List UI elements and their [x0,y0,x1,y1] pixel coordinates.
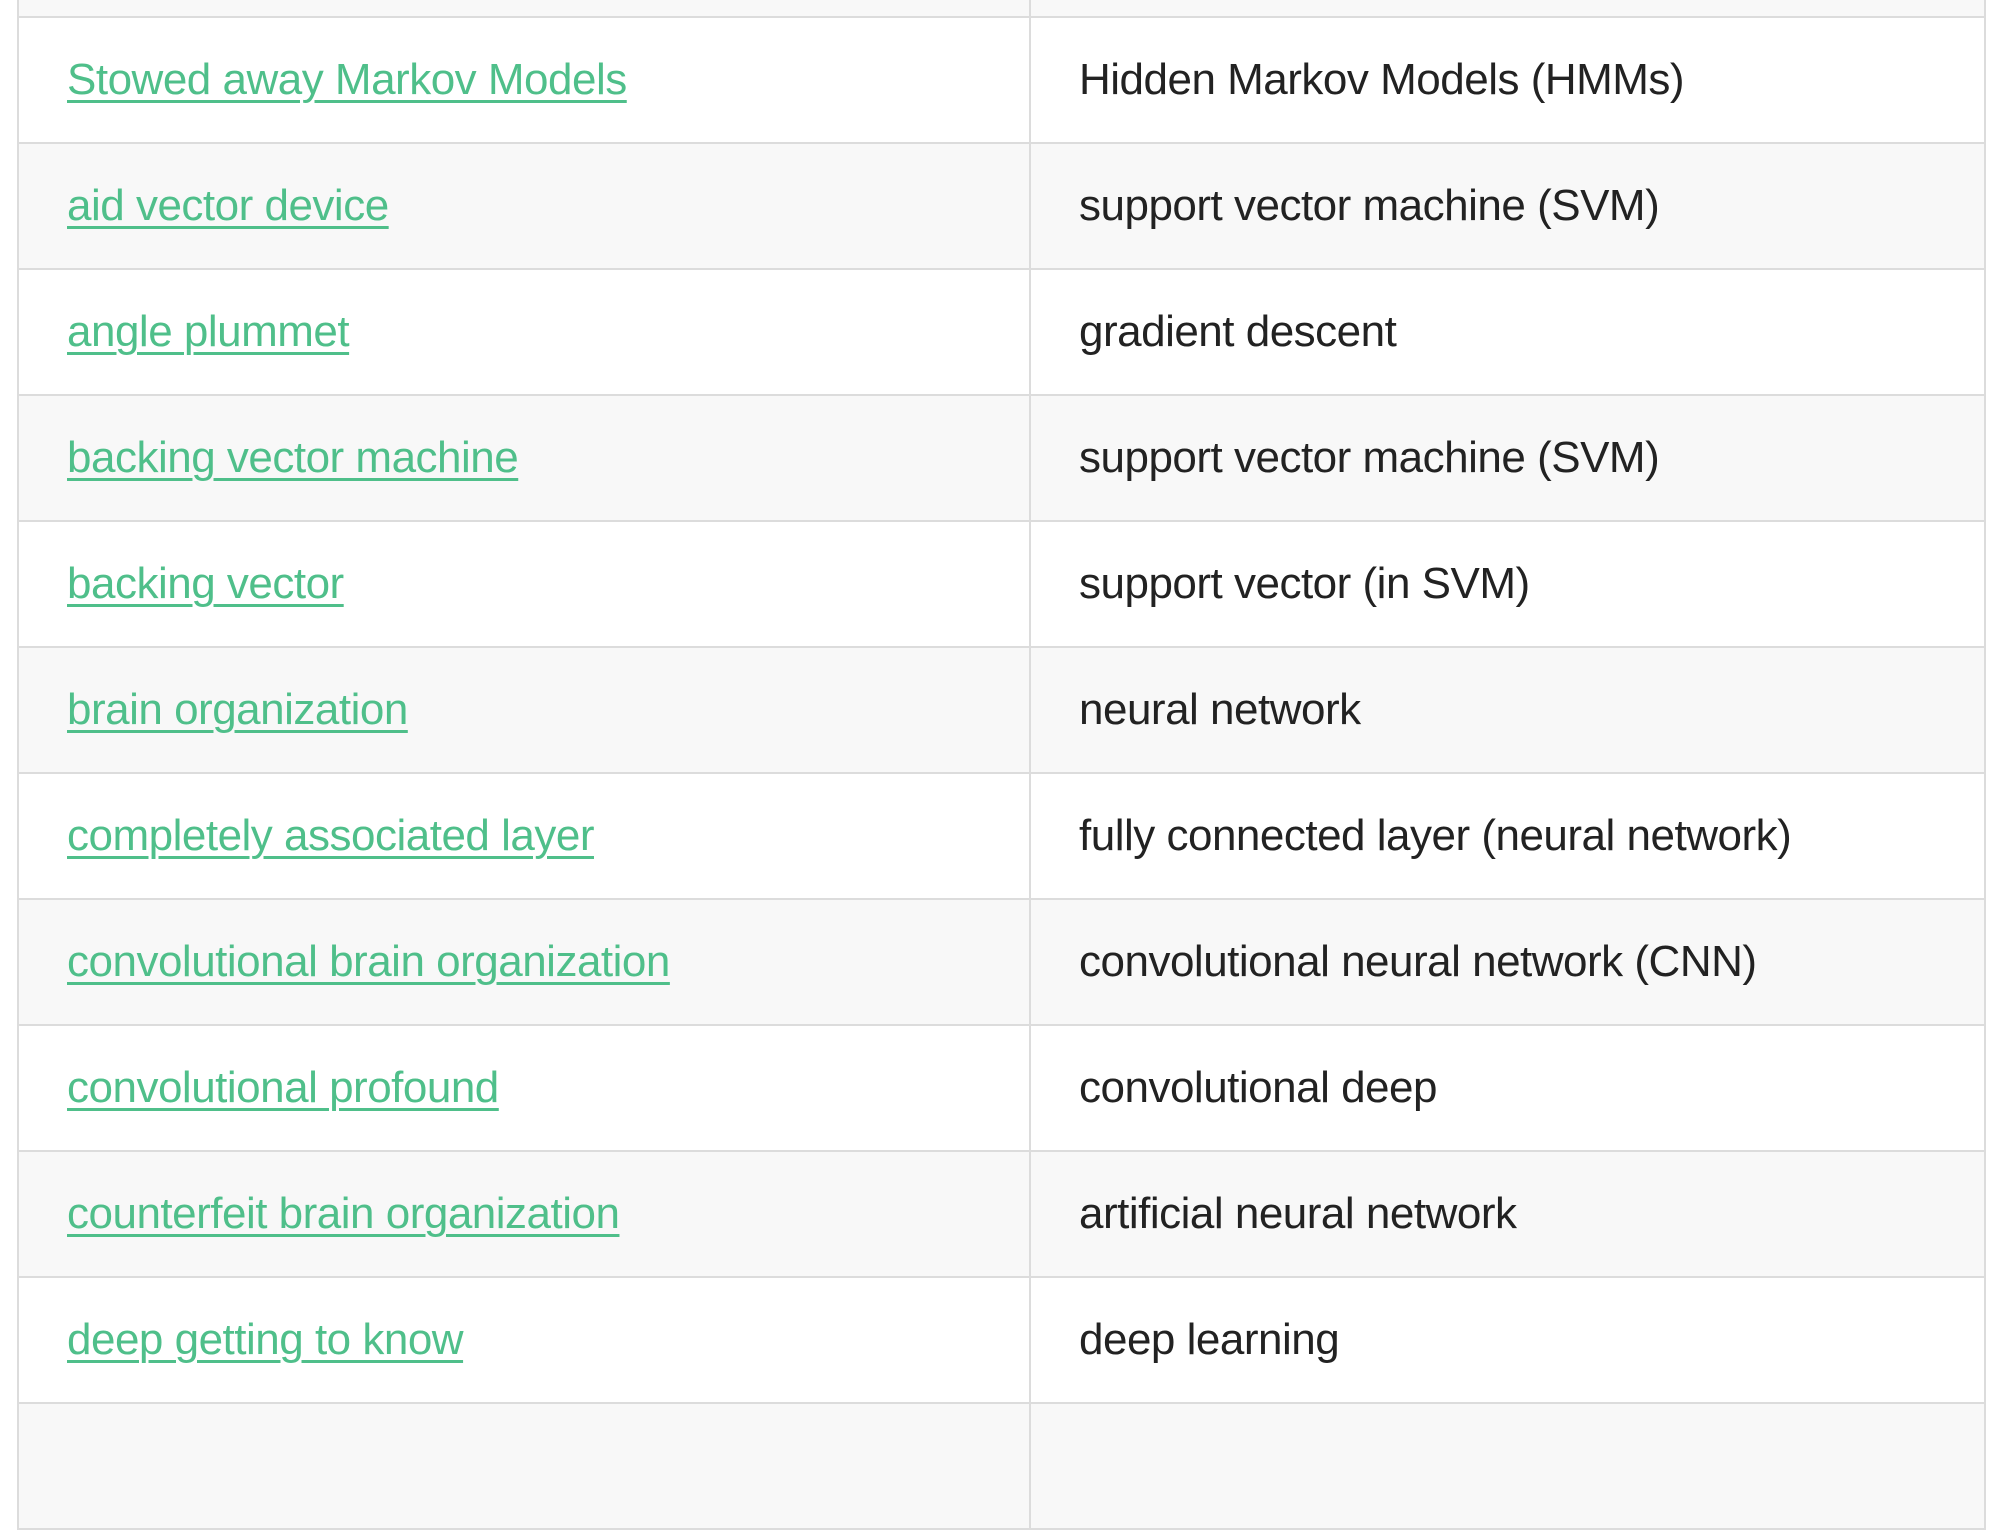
table-row: convolutional brain organization convolut… [17,898,1986,1026]
term-cell: Stowed away Markov Models [17,16,1031,144]
meaning-cell [1029,0,1986,18]
table-row: convolutional profound convolutional deep [17,1024,1986,1152]
meaning-cell: support vector machine (SVM) [1029,142,1986,270]
term-cell: completely associated layer [17,772,1031,900]
term-cell: aid vector device [17,142,1031,270]
table-row: aid vector device support vector machine … [17,142,1986,270]
term-cell [17,1402,1031,1530]
term-cell: counterfeit brain organization [17,1150,1031,1278]
meaning-cell: deep learning [1029,1276,1986,1404]
term-link[interactable]: backing vector machine [67,433,519,482]
term-link[interactable]: completely associated layer [67,811,594,860]
meaning-cell: convolutional neural network (CNN) [1029,898,1986,1026]
term-link[interactable]: aid vector device [67,181,389,230]
term-cell [17,0,1031,18]
term-cell: backing vector [17,520,1031,648]
table-row: completely associated layer fully connect… [17,772,1986,900]
table-row: brain organization neural network [17,646,1986,774]
term-link[interactable]: convolutional profound [67,1063,499,1112]
table-row: backing vector machine support vector mac… [17,394,1986,522]
term-link[interactable]: backing vector [67,559,344,608]
term-link[interactable]: counterfeit brain organization [67,1189,620,1238]
term-link[interactable]: convolutional brain organization [67,937,670,986]
term-cell: angle plummet [17,268,1031,396]
table-row: deep getting to know deep learning [17,1276,1986,1404]
term-cell: brain organization [17,646,1031,774]
meaning-cell [1029,1402,1986,1530]
meaning-cell: artificial neural network [1029,1150,1986,1278]
term-cell: convolutional brain organization [17,898,1031,1026]
table-row: backing vector support vector (in SVM) [17,520,1986,648]
meaning-cell: support vector machine (SVM) [1029,394,1986,522]
table-row [17,1402,1986,1530]
term-link[interactable]: Stowed away Markov Models [67,55,627,104]
term-link[interactable]: angle plummet [67,307,350,356]
meaning-cell: gradient descent [1029,268,1986,396]
term-cell: convolutional profound [17,1024,1031,1152]
phrase-table-body: Stowed away Markov Models Hidden Markov M… [17,0,1986,1530]
meaning-cell: Hidden Markov Models (HMMs) [1029,16,1986,144]
meaning-cell: fully connected layer (neural network) [1029,772,1986,900]
table-row: angle plummet gradient descent [17,268,1986,396]
table-row: Stowed away Markov Models Hidden Markov M… [17,16,1986,144]
table-row [17,0,1986,18]
term-cell: backing vector machine [17,394,1031,522]
meaning-cell: neural network [1029,646,1986,774]
meaning-cell: convolutional deep [1029,1024,1986,1152]
term-cell: deep getting to know [17,1276,1031,1404]
term-link[interactable]: brain organization [67,685,408,734]
phrase-table: Stowed away Markov Models Hidden Markov M… [17,0,1986,1530]
meaning-cell: support vector (in SVM) [1029,520,1986,648]
table-row: counterfeit brain organization artificial… [17,1150,1986,1278]
term-link[interactable]: deep getting to know [67,1315,464,1364]
